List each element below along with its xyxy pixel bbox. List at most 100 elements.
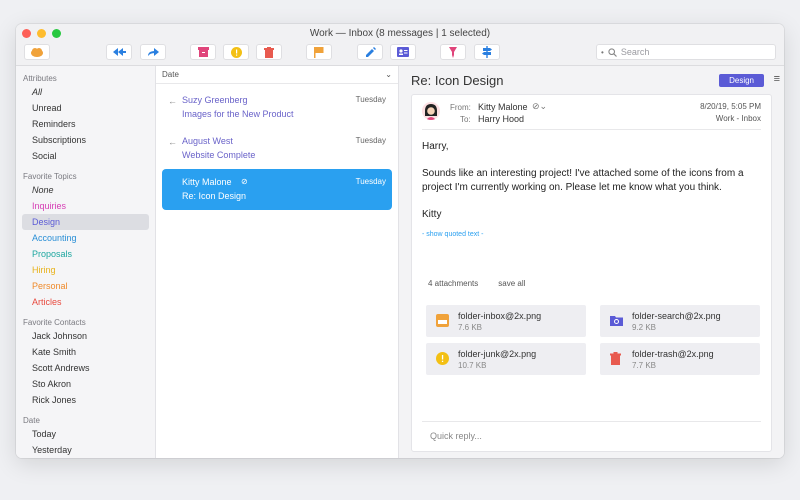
trash-button[interactable] — [256, 44, 282, 60]
trash-icon — [610, 352, 623, 365]
forward-button[interactable] — [140, 44, 166, 60]
attachment-filename: folder-search@2x.png — [632, 311, 721, 321]
contacts-button[interactable] — [390, 44, 416, 60]
sidebar-topic-proposals[interactable]: Proposals — [22, 246, 149, 262]
to-label: To: — [460, 115, 471, 124]
sidebar-item-social[interactable]: Social — [22, 148, 149, 164]
hamburger-menu-icon[interactable]: ≡ — [774, 73, 780, 85]
folder-search-icon — [610, 314, 623, 327]
sidebar-contact-item[interactable]: Scott Andrews — [22, 360, 149, 376]
show-quoted-link[interactable]: - show quoted text - — [422, 230, 761, 240]
signpost-icon — [482, 46, 492, 58]
reader-header: Re: Icon Design Design ≡ — [399, 66, 784, 94]
message-row[interactable]: Kitty Malone ⊘ Re: Icon Design Tuesday — [162, 169, 392, 210]
topic-tag[interactable]: Design — [719, 74, 764, 87]
message-list: Date ⌄ ← Suzy Greenberg Images for the New… — [156, 66, 399, 458]
reply-all-button[interactable] — [106, 44, 132, 60]
archive-icon — [197, 47, 209, 57]
attachment-item[interactable]: folder-junk@2x.png 10.7 KB — [426, 343, 586, 375]
quick-reply-placeholder: Quick reply... — [430, 431, 482, 441]
search-icon — [608, 47, 617, 57]
sidebar-contact-item[interactable]: Sto Akron — [22, 376, 149, 392]
sidebar-item-reminders[interactable]: Reminders — [22, 116, 149, 132]
attachments-header: 4 attachments save all — [428, 279, 525, 288]
sidebar-topic-design[interactable]: Design — [22, 214, 149, 230]
forward-icon — [148, 48, 159, 56]
junk-icon — [436, 352, 449, 365]
get-mail-button[interactable] — [24, 44, 50, 60]
sidebar-topic-articles[interactable]: Articles — [22, 294, 149, 310]
sidebar-topic-hiring[interactable]: Hiring — [22, 262, 149, 278]
message-row[interactable]: ← August West Website Complete Tuesday — [162, 128, 392, 169]
sidebar-section-title: Favorite Contacts — [23, 318, 86, 327]
toolbar: • Search — [16, 44, 784, 62]
message-row[interactable]: ← Suzy Greenberg Images for the New Produc… — [162, 87, 392, 128]
body-signature: Kitty — [422, 208, 442, 220]
attachment-size: 7.6 KB — [458, 323, 483, 332]
sidebar-item-subscriptions[interactable]: Subscriptions — [22, 132, 149, 148]
pin-button[interactable] — [440, 44, 466, 60]
sidebar-section-title: Attributes — [23, 74, 57, 83]
paperclip-icon: ⊘ — [241, 177, 248, 186]
sidebar-date-yesterday[interactable]: Yesterday — [22, 442, 149, 458]
from-label: From: — [450, 103, 471, 112]
flag-button[interactable] — [306, 44, 332, 60]
cloud-icon — [31, 48, 43, 57]
sidebar-date-today[interactable]: Today — [22, 426, 149, 442]
compose-icon — [365, 46, 376, 57]
message-card: From: Kitty Malone ⊘⌄ To: Harry Hood 8/2… — [411, 94, 772, 452]
sidebar-item-all[interactable]: All — [22, 84, 149, 100]
save-all-button[interactable]: save all — [498, 279, 525, 288]
rules-button[interactable] — [474, 44, 500, 60]
quick-reply-field[interactable]: Quick reply... — [422, 421, 761, 451]
sidebar-item-unread[interactable]: Unread — [22, 100, 149, 116]
sidebar: Attributes All Unread Reminders Subscription… — [16, 66, 156, 458]
body-greeting: Harry, — [422, 141, 449, 152]
chevron-down-icon: ⌄ — [385, 70, 392, 79]
message-sender: August West — [182, 136, 233, 146]
message-sender: Suzy Greenberg — [182, 95, 248, 105]
message-subject-line: Images for the New Product — [182, 109, 294, 119]
sidebar-topic-inquiries[interactable]: Inquiries — [22, 198, 149, 214]
sidebar-topic-accounting[interactable]: Accounting — [22, 230, 149, 246]
junk-icon — [230, 46, 242, 58]
body-paragraph: Sounds like an interesting project! I've… — [422, 167, 744, 194]
attachments-count: 4 attachments — [428, 279, 479, 288]
sidebar-contact-item[interactable]: Kate Smith — [22, 344, 149, 360]
attachment-size: 7.7 KB — [632, 361, 657, 370]
message-header: From: Kitty Malone ⊘⌄ To: Harry Hood 8/2… — [422, 95, 761, 130]
message-subject-line: Website Complete — [182, 150, 256, 160]
sidebar-topic-personal[interactable]: Personal — [22, 278, 149, 294]
message-body: Harry, Sounds like an interesting projec… — [412, 130, 771, 250]
attachment-item[interactable]: folder-search@2x.png 9.2 KB — [600, 305, 760, 337]
attachment-size: 10.7 KB — [458, 361, 487, 370]
attachment-clip-icon: ⊘⌄ — [532, 101, 548, 111]
replied-arrow-icon: ← — [168, 96, 177, 106]
message-date: Tuesday — [355, 177, 386, 186]
sidebar-contact-item[interactable]: Jack Johnson — [22, 328, 149, 344]
search-placeholder: Search — [620, 47, 650, 57]
recipient-name[interactable]: Harry Hood — [478, 114, 524, 124]
message-sender: Kitty Malone — [182, 177, 232, 187]
reading-pane: Re: Icon Design Design ≡ From: Kitty Mal… — [399, 66, 784, 458]
attachment-size: 9.2 KB — [632, 323, 657, 332]
reply-all-icon — [113, 48, 126, 56]
flag-icon — [314, 46, 324, 58]
pin-icon — [449, 47, 457, 58]
attachment-filename: folder-inbox@2x.png — [458, 311, 542, 321]
trash-icon — [264, 46, 274, 58]
archive-button[interactable] — [190, 44, 216, 60]
search-field[interactable]: • Search — [596, 44, 776, 60]
sort-bar[interactable]: Date ⌄ — [156, 66, 398, 84]
mail-window: Work — Inbox (8 messages | 1 selected) •… — [16, 24, 784, 458]
attachment-item[interactable]: folder-trash@2x.png 7.7 KB — [600, 343, 760, 375]
junk-button[interactable] — [223, 44, 249, 60]
attachment-item[interactable]: folder-inbox@2x.png 7.6 KB — [426, 305, 586, 337]
sidebar-topic-none[interactable]: None — [22, 182, 149, 198]
sidebar-contact-item[interactable]: Rick Jones — [22, 392, 149, 408]
message-mailbox: Work - Inbox — [715, 114, 761, 123]
search-scope-indicator: • — [601, 47, 604, 57]
compose-button[interactable] — [357, 44, 383, 60]
sender-name[interactable]: Kitty Malone — [478, 102, 528, 112]
sidebar-section-title: Favorite Topics — [23, 172, 77, 181]
